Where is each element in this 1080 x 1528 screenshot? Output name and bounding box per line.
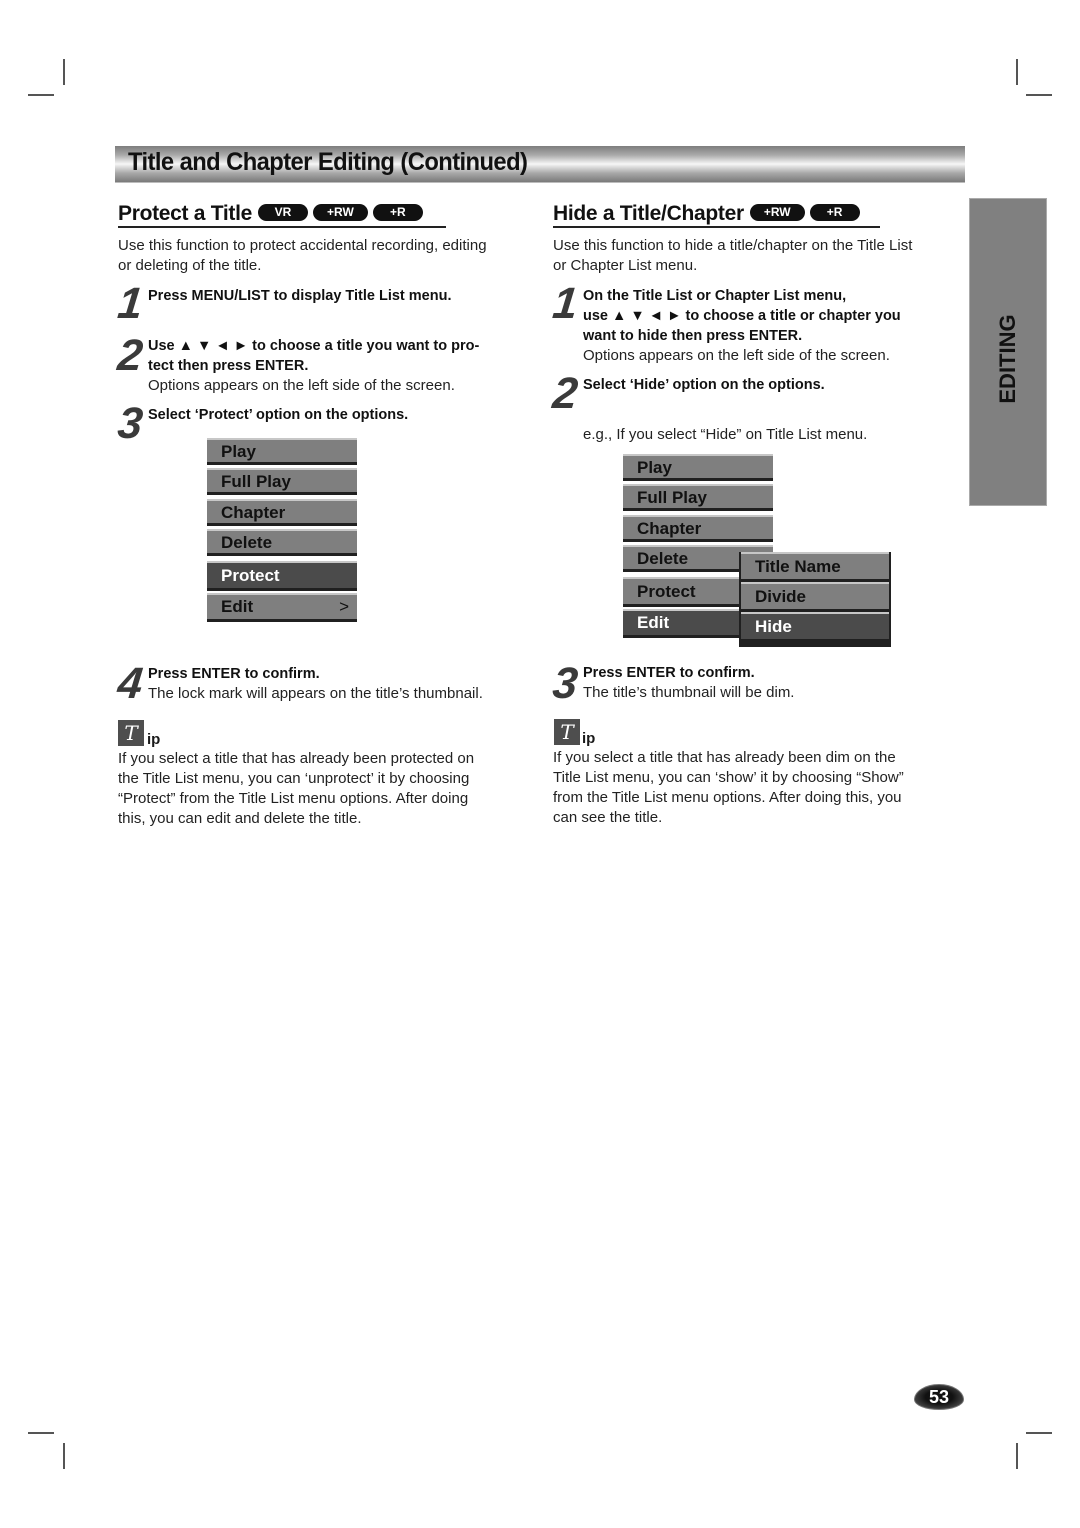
side-tab-editing: EDITING bbox=[969, 198, 1047, 506]
intro-line: or deleting of the title. bbox=[118, 257, 262, 274]
step-note: The title’s thumbnail will be dim. bbox=[583, 684, 795, 701]
section-header-bar: Title and Chapter Editing (Continued) bbox=[115, 146, 965, 183]
protect-intro: Use this function to protect accidental … bbox=[118, 236, 487, 276]
crop-mark bbox=[63, 59, 65, 85]
hide-step-3: Press ENTER to confirm. The title’s thum… bbox=[583, 663, 794, 703]
step-number: 4 bbox=[115, 659, 144, 708]
tip-label: ip bbox=[582, 730, 596, 747]
chevron-right-icon: > bbox=[339, 597, 349, 616]
protect-step-4: Press ENTER to confirm. The lock mark wi… bbox=[148, 664, 483, 704]
intro-line: Use this function to hide a title/chapte… bbox=[553, 237, 913, 254]
submenu-item-hide-selected[interactable]: Hide bbox=[741, 612, 889, 642]
step-instruction: Press ENTER to confirm. bbox=[583, 665, 755, 681]
menu-item-chapter[interactable]: Chapter bbox=[207, 499, 357, 526]
badge-plus-r: +R bbox=[809, 204, 860, 221]
menu-item-edit[interactable]: Edit > bbox=[207, 593, 357, 622]
hide-example: e.g., If you select “Hide” on Title List… bbox=[583, 426, 868, 443]
step-instruction: Select ‘Protect’ option on the options. bbox=[148, 407, 409, 423]
step-note: Options appears on the left side of the … bbox=[148, 377, 455, 394]
menu-item-edit-label: Edit bbox=[221, 597, 254, 616]
submenu-item-divide[interactable]: Divide bbox=[741, 582, 889, 612]
step-number: 2 bbox=[115, 331, 144, 380]
step-number: 2 bbox=[550, 369, 579, 418]
step-instruction: On the Title List or Chapter List menu, bbox=[583, 288, 847, 304]
edit-submenu: Title Name Divide Hide bbox=[739, 552, 891, 647]
menu-item-play[interactable]: Play bbox=[623, 454, 773, 481]
menu-item-full-play[interactable]: Full Play bbox=[207, 468, 357, 495]
menu-item-full-play[interactable]: Full Play bbox=[623, 484, 773, 511]
tip-label: ip bbox=[147, 731, 161, 748]
badge-plus-rw: +RW bbox=[313, 204, 368, 221]
tip-line: If you select a title that has already b… bbox=[553, 749, 896, 766]
intro-line: Use this function to protect accidental … bbox=[118, 237, 487, 254]
crop-mark bbox=[28, 1432, 54, 1434]
menu-item-delete[interactable]: Delete bbox=[207, 529, 357, 556]
step-instruction: want to hide then press ENTER. bbox=[583, 328, 803, 344]
tip-line: from the Title List menu options. After … bbox=[553, 789, 902, 806]
hide-section-heading: Hide a Title/Chapter +RW +R bbox=[553, 198, 880, 228]
step-number: 1 bbox=[115, 279, 144, 328]
tip-line: this, you can edit and delete the title. bbox=[118, 810, 362, 827]
submenu-item-title-name[interactable]: Title Name bbox=[741, 552, 889, 582]
step-instruction: Use ▲ ▼ ◄ ► to choose a title you want t… bbox=[148, 338, 480, 354]
protect-section-heading: Protect a Title VR +RW +R bbox=[118, 198, 446, 228]
step-note: The lock mark will appears on the title’… bbox=[148, 685, 483, 702]
step-number: 1 bbox=[550, 279, 579, 328]
tip-icon: T bbox=[554, 719, 580, 745]
step-note: Options appears on the left side of the … bbox=[583, 347, 890, 364]
protect-step-2: Use ▲ ▼ ◄ ► to choose a title you want t… bbox=[148, 336, 479, 396]
tip-line: can see the title. bbox=[553, 809, 663, 826]
tip-icon: T bbox=[118, 720, 144, 746]
step-instruction: Press MENU/LIST to display Title List me… bbox=[148, 288, 452, 304]
step-instruction: tect then press ENTER. bbox=[148, 358, 309, 374]
tip-line: If you select a title that has already b… bbox=[118, 750, 475, 767]
menu-item-chapter[interactable]: Chapter bbox=[623, 515, 773, 542]
badge-plus-r: +R bbox=[372, 204, 423, 221]
step-number: 3 bbox=[550, 659, 579, 708]
step-number: 3 bbox=[115, 399, 144, 448]
badge-vr: VR bbox=[258, 204, 308, 221]
page-number-badge: 53 bbox=[914, 1384, 964, 1410]
crop-mark bbox=[28, 94, 54, 96]
tip-line: Title List menu, you can ‘show’ it by ch… bbox=[553, 769, 904, 786]
hide-tip-text: If you select a title that has already b… bbox=[553, 748, 904, 828]
badge-plus-rw: +RW bbox=[749, 204, 805, 221]
menu-item-play[interactable]: Play bbox=[207, 438, 357, 465]
crop-mark bbox=[1026, 1432, 1052, 1434]
crop-mark bbox=[1016, 59, 1018, 85]
step-instruction: use ▲ ▼ ◄ ► to choose a title or chapter… bbox=[583, 308, 901, 324]
tip-line: “Protect” from the Title List menu optio… bbox=[118, 790, 469, 807]
step-instruction: Select ‘Hide’ option on the options. bbox=[583, 377, 825, 393]
tip-line: the Title List menu, you can ‘unprotect’… bbox=[118, 770, 470, 787]
protect-tip-text: If you select a title that has already b… bbox=[118, 749, 474, 829]
menu-item-protect-selected[interactable]: Protect bbox=[207, 561, 357, 591]
protect-step-1: Press MENU/LIST to display Title List me… bbox=[148, 286, 452, 306]
hide-step-2: Select ‘Hide’ option on the options. bbox=[583, 375, 825, 395]
hide-intro: Use this function to hide a title/chapte… bbox=[553, 236, 912, 276]
page-title: Title and Chapter Editing (Continued) bbox=[128, 148, 528, 176]
hide-title: Hide a Title/Chapter bbox=[553, 202, 744, 225]
crop-mark bbox=[1026, 94, 1052, 96]
protect-step-3: Select ‘Protect’ option on the options. bbox=[148, 405, 408, 425]
crop-mark bbox=[1016, 1443, 1018, 1469]
side-tab-label: EDITING bbox=[995, 314, 1020, 404]
hide-step-1: On the Title List or Chapter List menu, … bbox=[583, 286, 901, 366]
protect-title: Protect a Title bbox=[118, 202, 252, 225]
step-instruction: Press ENTER to confirm. bbox=[148, 666, 320, 682]
intro-line: or Chapter List menu. bbox=[553, 257, 698, 274]
crop-mark bbox=[63, 1443, 65, 1469]
